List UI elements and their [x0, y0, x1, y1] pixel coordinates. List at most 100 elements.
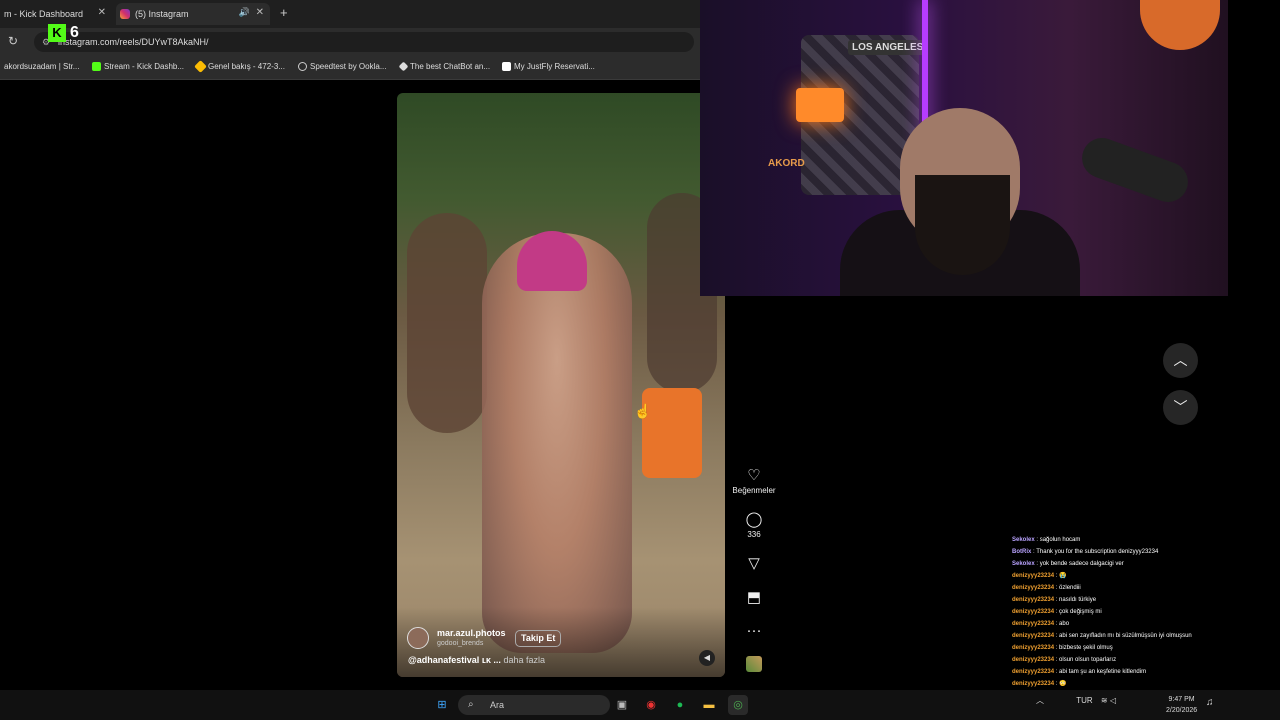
follow-button[interactable]: Takip Et — [515, 630, 562, 647]
tab-instagram[interactable]: (5) Instagram 🔊 ✕ — [116, 3, 270, 25]
comment-count: 336 — [747, 530, 761, 539]
author-username[interactable]: mar.azul.photos — [437, 628, 506, 638]
taskbar-search[interactable]: ⌕ Ara — [458, 695, 610, 715]
new-tab-button[interactable]: + — [280, 5, 288, 20]
webcam-lamp — [1140, 0, 1220, 50]
bookmark-item[interactable]: Stream - Kick Dashb... — [92, 62, 184, 71]
chevron-up-icon: ︿ — [1173, 352, 1188, 368]
chat-text: bizbeste şekil olmuş — [1059, 645, 1113, 651]
webcam-sign: LOS ANGELES — [848, 40, 928, 55]
chat-username[interactable]: denizyyy23234 — [1012, 597, 1054, 603]
like-button[interactable]: ♡ Beğenmeler — [732, 466, 776, 495]
reload-icon[interactable]: ↻ — [8, 34, 18, 48]
mute-toggle-icon[interactable]: ◀ — [699, 650, 715, 666]
chat-username[interactable]: Sekolex — [1012, 561, 1035, 567]
chat-username[interactable]: BotRix — [1012, 549, 1031, 555]
url-bar[interactable]: ⚙ instagram.com/reels/DUYwT8AkaNH/ — [34, 32, 694, 52]
bookmark-item[interactable]: Speedtest by Ookla... — [298, 62, 387, 71]
more-options-button[interactable]: ··· — [732, 622, 776, 639]
chat-username[interactable]: denizyyy23234 — [1012, 645, 1054, 651]
heart-icon: ♡ — [747, 467, 761, 484]
chat-username[interactable]: denizyyy23234 — [1012, 681, 1054, 687]
bookmark-item[interactable]: My JustFly Reservati... — [502, 62, 595, 71]
audio-thumbnail[interactable] — [732, 656, 776, 677]
speaker-icon[interactable]: 🔊 — [239, 7, 250, 18]
chat-message: denizyyy23234 : nasıldı türkiye — [1012, 594, 1240, 606]
chat-username[interactable]: denizyyy23234 — [1012, 585, 1054, 591]
reel-video[interactable]: mar.azul.photos godooi_brends Takip Et @… — [397, 93, 725, 677]
more-icon: ··· — [746, 622, 762, 639]
chat-message: denizyyy23234 : çok değişmiş mi — [1012, 606, 1240, 618]
browser-tab-bar: m - Kick Dashboard ✕ (5) Instagram 🔊 ✕ + — [0, 0, 700, 28]
video-background-figure — [642, 388, 702, 478]
close-tab-icon[interactable]: ✕ — [98, 7, 106, 18]
close-tab-icon[interactable]: ✕ — [256, 7, 264, 18]
caption-mention[interactable]: @adhanafestival — [408, 655, 479, 665]
webcam-streamer-beard — [915, 175, 1010, 275]
reel-caption: @adhanafestival ʟᴋ ... daha fazla — [408, 655, 545, 665]
bookmark-label: Speedtest by Ookla... — [310, 62, 387, 71]
justfly-icon — [502, 62, 511, 71]
video-background-figure — [407, 213, 487, 433]
tab-kick-dashboard[interactable]: m - Kick Dashboard ✕ — [0, 3, 112, 25]
file-explorer-icon[interactable]: ▬ — [699, 695, 719, 715]
chat-message: denizyyy23234 : abi tam şu an keşfetine … — [1012, 666, 1240, 678]
bookmark-icon: ⬒ — [746, 589, 762, 606]
clock-time: 9:47 PM — [1168, 696, 1195, 703]
chat-username[interactable]: denizyyy23234 — [1012, 657, 1054, 663]
instagram-favicon-icon — [120, 9, 130, 19]
streamer-webcam: LOS ANGELES AKORD — [700, 0, 1228, 296]
wifi-icon[interactable]: ≋ — [1101, 696, 1108, 705]
chat-username[interactable]: Sekolex — [1012, 537, 1035, 543]
spotify-icon[interactable]: ● — [670, 695, 690, 715]
chat-username[interactable]: denizyyy23234 — [1012, 573, 1054, 579]
chat-username[interactable]: denizyyy23234 — [1012, 609, 1054, 615]
caption-text: ʟᴋ ... — [481, 655, 501, 665]
windows-taskbar: ⊞ ⌕ Ara ▣ ◉ ● ▬ ◎ ︿ TUR ≋ ◁ 9:47 PM 2/20… — [0, 690, 1280, 720]
chat-text: 😭 — [1059, 573, 1067, 579]
chat-message: denizyyy23234 : abo — [1012, 618, 1240, 630]
previous-reel-button[interactable]: ︿ — [1163, 343, 1198, 378]
share-button[interactable]: ▽ — [732, 554, 776, 572]
bookmarks-bar: akordsuzadam | Str... Stream - Kick Dash… — [0, 56, 700, 80]
language-indicator[interactable]: TUR — [1076, 696, 1092, 705]
kick-icon — [92, 62, 101, 71]
taskbar-clock[interactable]: 9:47 PM 2/20/2026 — [1166, 694, 1197, 716]
chrome-icon[interactable]: ◎ — [728, 695, 748, 715]
chat-message: denizyyy23234 : özlendiii — [1012, 582, 1240, 594]
speed-icon — [298, 62, 307, 71]
task-view-icon[interactable]: ▣ — [612, 695, 632, 715]
save-button[interactable]: ⬒ — [732, 588, 776, 606]
search-label: Ara — [490, 700, 505, 710]
chat-username[interactable]: denizyyy23234 — [1012, 621, 1054, 627]
bookmark-label: Stream - Kick Dashb... — [104, 62, 185, 71]
audio-subline[interactable]: godooi_brends — [437, 640, 483, 647]
webcam-microphone — [1076, 132, 1194, 208]
chat-message: BotRix : Thank you for the subscription … — [1012, 546, 1240, 558]
bookmark-item[interactable]: The best ChatBot an... — [398, 61, 490, 72]
volume-icon[interactable]: ◁ — [1110, 696, 1116, 705]
ads-icon — [194, 60, 207, 73]
comment-button[interactable]: ◯ 336 — [732, 510, 776, 539]
app-icon[interactable]: ◉ — [641, 695, 661, 715]
chat-username[interactable]: denizyyy23234 — [1012, 669, 1054, 675]
chat-message: denizyyy23234 : 😳 — [1012, 678, 1240, 690]
bookmark-item[interactable]: akordsuzadam | Str... — [4, 62, 79, 71]
tray-chevron-icon[interactable]: ︿ — [1036, 696, 1044, 705]
next-reel-button[interactable]: ﹀ — [1163, 390, 1198, 425]
notification-bell-icon[interactable]: ♫ — [1206, 697, 1214, 708]
stream-chat: Sekolex : sağolun hocam BotRix : Thank yo… — [1012, 534, 1240, 702]
comment-icon: ◯ — [745, 511, 763, 528]
windows-start-icon[interactable]: ⊞ — [432, 695, 452, 715]
url-text: instagram.com/reels/DUYwT8AkaNH/ — [58, 37, 209, 47]
mouse-cursor-icon: ☝ — [634, 403, 652, 419]
system-tray: ︿ TUR ≋ ◁ — [1036, 695, 1116, 706]
bookmark-item[interactable]: Genel bakış - 472-3... — [194, 60, 285, 73]
chat-message: Sekolex : yok bende sadece dalgacigi ver — [1012, 558, 1240, 570]
caption-more-link[interactable]: daha fazla — [503, 655, 545, 665]
author-avatar[interactable] — [407, 627, 429, 649]
chat-text: yok bende sadece dalgacigi ver — [1039, 561, 1124, 567]
bookmark-label: akordsuzadam | Str... — [4, 62, 80, 71]
chat-text: nasıldı türkiye — [1059, 597, 1097, 603]
chat-username[interactable]: denizyyy23234 — [1012, 633, 1054, 639]
